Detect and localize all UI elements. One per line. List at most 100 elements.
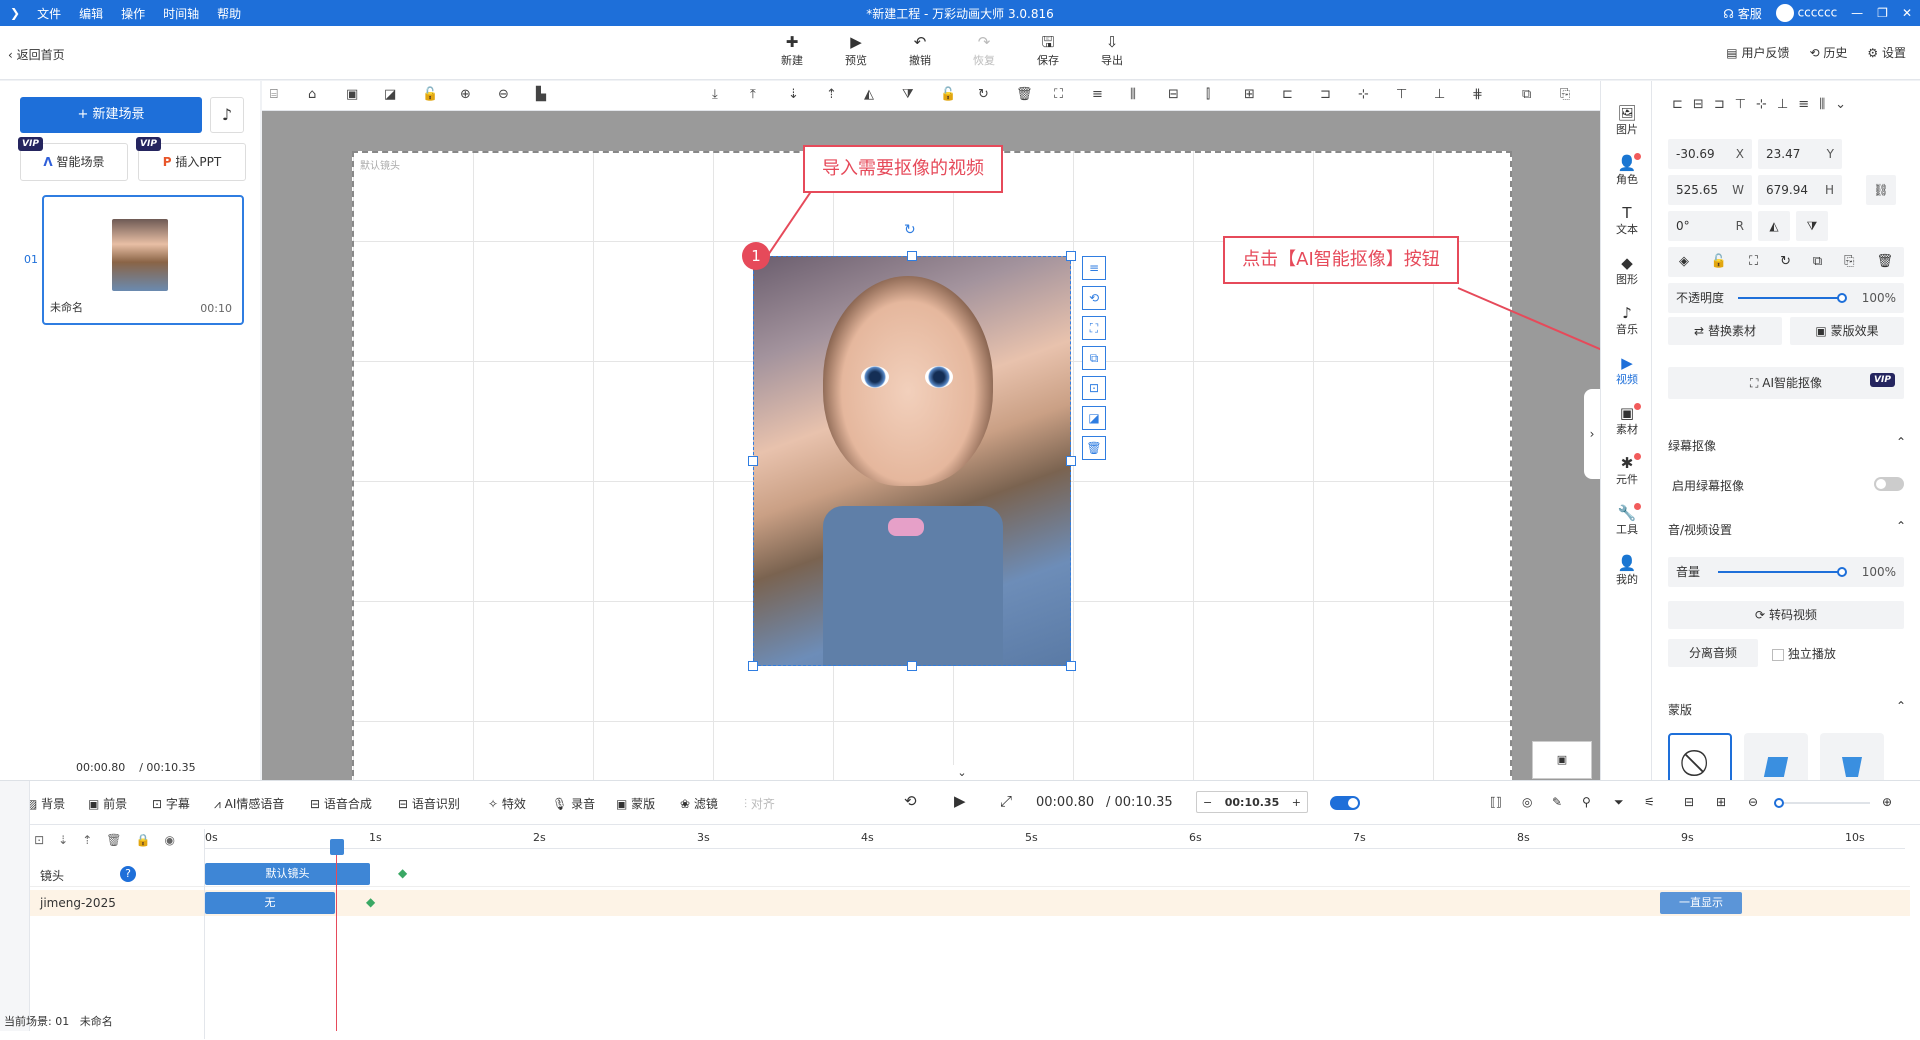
- replace-asset-button[interactable]: ⇄ 替换素材: [1668, 317, 1782, 345]
- sidebar-item-video[interactable]: ▶ 视频: [1601, 355, 1653, 387]
- tl-ai-voice[interactable]: ⩘ AI情感语音: [214, 795, 284, 812]
- tl-record[interactable]: 🎙 录音: [552, 795, 595, 812]
- align-middle-icon[interactable]: ⊹: [1756, 97, 1767, 112]
- tl-mask[interactable]: ▣ 蒙版: [616, 795, 655, 812]
- edit-icon[interactable]: ✎: [1552, 795, 1562, 809]
- ratio-icon[interactable]: ⊞: [1716, 795, 1726, 809]
- layers-icon[interactable]: ◈: [1679, 247, 1689, 277]
- mask-shape-option[interactable]: [1820, 733, 1884, 780]
- sidebar-item-role[interactable]: 👤 角色: [1601, 153, 1653, 187]
- chevron-down-icon[interactable]: ⌄: [1835, 97, 1846, 112]
- align-left-icon[interactable]: ⊏: [1672, 97, 1683, 112]
- frame-icon[interactable]: ⊟: [1684, 795, 1694, 809]
- tl-foreground[interactable]: ▣ 前景: [88, 795, 127, 812]
- callout-ai-matting: 点击【AI智能抠像】按钮: [1223, 236, 1459, 284]
- link-ratio-icon[interactable]: ⛓: [1866, 175, 1896, 205]
- sidebar-item-image[interactable]: 🖼 图片: [1601, 105, 1653, 137]
- rotate-icon[interactable]: ↻: [1780, 247, 1791, 277]
- sidebar-item-component[interactable]: ✱ 元件: [1601, 453, 1653, 487]
- flip-vertical-icon[interactable]: ⧩: [1796, 211, 1828, 241]
- volume-slider[interactable]: [1718, 567, 1847, 577]
- distribute-h-icon[interactable]: ≡: [1798, 97, 1809, 112]
- minus-icon[interactable]: −: [1203, 796, 1212, 809]
- chevron-up-icon[interactable]: ⌃: [1896, 519, 1906, 533]
- align-top-icon[interactable]: ⊤: [1735, 97, 1746, 112]
- zoom-out-icon[interactable]: ⊖: [1748, 795, 1758, 809]
- timeline-toggle[interactable]: [1330, 796, 1360, 810]
- track-camera[interactable]: 镜头 ? 默认镜头 ◆: [0, 861, 1910, 887]
- camera-clip[interactable]: 默认镜头: [205, 863, 370, 885]
- rewind-icon[interactable]: ⟲: [904, 792, 917, 810]
- transcode-video-button[interactable]: ⟳ 转码视频: [1668, 601, 1904, 629]
- opacity-slider-knob[interactable]: [1837, 293, 1847, 303]
- tl-subtitle[interactable]: ⊡ 字幕: [152, 795, 190, 812]
- chevron-up-icon[interactable]: ⌃: [1896, 699, 1906, 713]
- camera-icon[interactable]: ◎: [1522, 795, 1532, 809]
- eye-icon[interactable]: ◉: [164, 833, 174, 847]
- mask-effect-button[interactable]: ▣ 蒙版效果: [1790, 317, 1904, 345]
- solo-play-checkbox[interactable]: 独立播放: [1772, 645, 1836, 662]
- mask-none-option[interactable]: ⃠: [1668, 733, 1732, 780]
- tl-background[interactable]: ▨ 背景: [26, 795, 65, 812]
- volume-slider-knob[interactable]: [1837, 567, 1847, 577]
- tl-tts[interactable]: ⊟ 语音合成: [310, 795, 372, 812]
- plus-icon[interactable]: +: [1292, 796, 1301, 809]
- paste-icon[interactable]: ⎘: [1844, 247, 1854, 277]
- trash-icon[interactable]: 🗑: [106, 833, 121, 847]
- sidebar-item-mine[interactable]: 👤 我的: [1601, 555, 1653, 587]
- sidebar-item-shape[interactable]: ◆ 图形: [1601, 255, 1653, 287]
- trash-icon[interactable]: 🗑: [1877, 247, 1894, 277]
- lock-icon[interactable]: 🔒: [135, 833, 150, 847]
- adjust-icon[interactable]: ⚟: [1644, 795, 1655, 809]
- track-video[interactable]: jimeng-2025 无 ◆ 一直显示: [0, 890, 1910, 916]
- green-screen-toggle[interactable]: [1874, 477, 1904, 491]
- align-bottom-icon[interactable]: ⊥: [1777, 97, 1788, 112]
- keyframe-diamond-icon[interactable]: ◆: [398, 866, 407, 880]
- sidebar-item-material[interactable]: ▣ 素材: [1601, 403, 1653, 437]
- height-field[interactable]: 679.94 H: [1758, 175, 1842, 205]
- mask-icon: ▣: [616, 797, 628, 811]
- zoom-in-icon[interactable]: ⊕: [1882, 795, 1892, 809]
- playhead[interactable]: [336, 839, 337, 1031]
- y-field[interactable]: 23.47 Y: [1758, 139, 1842, 169]
- tl-speech-recognition[interactable]: ⊟ 语音识别: [398, 795, 460, 812]
- move-up-icon[interactable]: ⇡: [82, 833, 92, 847]
- help-icon[interactable]: ?: [120, 866, 136, 882]
- sidebar-item-music[interactable]: ♪ 音乐: [1601, 305, 1653, 337]
- fullscreen-icon[interactable]: ⤢: [1000, 792, 1012, 810]
- tl-align[interactable]: ⫶ 对齐: [744, 795, 775, 812]
- duration-stepper[interactable]: −00:10.35 +: [1196, 791, 1308, 813]
- width-field[interactable]: 525.65 W: [1668, 175, 1752, 205]
- keyframe-diamond-icon[interactable]: ◆: [366, 895, 375, 909]
- scan-icon[interactable]: ⛶: [1749, 247, 1758, 277]
- x-field[interactable]: -30.69 X: [1668, 139, 1752, 169]
- move-down-icon[interactable]: ⇣: [58, 833, 68, 847]
- sidebar-item-text[interactable]: T 文本: [1601, 205, 1653, 237]
- split-audio-button[interactable]: 分离音频: [1668, 639, 1758, 667]
- keyframe-icon[interactable]: ⟦⟧: [1490, 795, 1502, 809]
- opacity-slider[interactable]: [1738, 293, 1847, 303]
- timeline-zoom-slider[interactable]: [1774, 798, 1870, 808]
- chevron-up-icon[interactable]: ⌃: [1896, 435, 1906, 449]
- pin-icon[interactable]: ⚲: [1582, 795, 1591, 809]
- lock-icon[interactable]: 🔓: [1711, 247, 1727, 277]
- funnel-icon[interactable]: ⏷: [1614, 795, 1624, 810]
- sidebar-item-tools[interactable]: 🔧 工具: [1601, 503, 1653, 537]
- zoom-knob[interactable]: [1774, 798, 1784, 808]
- video-clip[interactable]: 无: [205, 892, 335, 914]
- distribute-v-icon[interactable]: ⫼: [1819, 97, 1825, 112]
- tl-filter[interactable]: ❀ 滤镜: [680, 795, 718, 812]
- play-icon[interactable]: ▶: [954, 792, 966, 810]
- rotation-field[interactable]: 0° R: [1668, 211, 1752, 241]
- align-right-icon[interactable]: ⊐: [1714, 97, 1725, 112]
- always-show-clip[interactable]: 一直显示: [1660, 892, 1742, 914]
- flip-horizontal-icon[interactable]: ◭: [1758, 211, 1790, 241]
- mask-shape-option[interactable]: [1744, 733, 1808, 780]
- align-center-icon[interactable]: ⊟: [1693, 97, 1704, 112]
- ai-matting-button[interactable]: ⛶ AI智能抠像: [1668, 367, 1904, 399]
- time-ruler[interactable]: 0s 1s 2s 3s 4s 5s 6s 7s 8s 9s 10s: [205, 829, 1905, 849]
- playhead-handle[interactable]: [330, 839, 344, 855]
- new-folder-icon[interactable]: ⊡: [34, 833, 44, 847]
- tl-effects[interactable]: ✧ 特效: [488, 795, 526, 812]
- copy-icon[interactable]: ⧉: [1813, 247, 1822, 277]
